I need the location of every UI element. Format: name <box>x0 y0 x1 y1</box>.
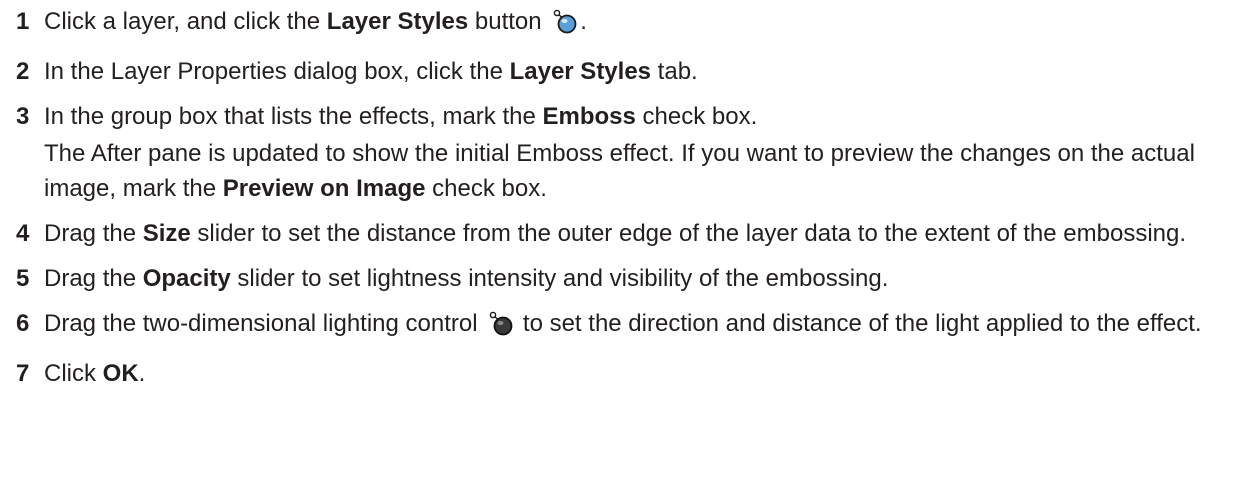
ui-term: Preview on Image <box>222 175 426 202</box>
ui-term: Emboss <box>542 103 636 130</box>
step-text: Drag the two-dimensional lighting contro… <box>44 310 478 337</box>
note-text: The After pane is updated to show the in… <box>44 140 1195 202</box>
step-text: . <box>138 360 146 387</box>
layer-styles-icon <box>552 8 578 44</box>
step-number: 2 <box>16 58 30 85</box>
step-text: In the group box that lists the effects,… <box>44 103 543 130</box>
step-6: 6 Drag the two-dimensional lighting cont… <box>16 306 1231 346</box>
step-text: slider to set the distance from the oute… <box>190 220 1187 247</box>
ui-term: Layer Styles <box>326 8 469 35</box>
step-text: check box. <box>635 103 758 130</box>
step-2: 2 In the Layer Properties dialog box, cl… <box>16 54 1231 89</box>
step-number: 1 <box>16 8 30 35</box>
ui-term: OK <box>102 360 139 387</box>
step-7: 7 Click OK. <box>16 356 1231 391</box>
instruction-steps: 1 Click a layer, and click the Layer Sty… <box>16 4 1231 401</box>
step-number: 7 <box>16 360 30 387</box>
step-number: 3 <box>16 103 30 130</box>
step-text: slider to set lightness intensity and vi… <box>230 265 889 292</box>
step-text: to set the direction and distance of the… <box>516 310 1202 337</box>
lighting-control-icon <box>488 310 514 346</box>
step-5: 5 Drag the Opacity slider to set lightne… <box>16 261 1231 296</box>
step-text: button <box>468 8 542 35</box>
step-number: 4 <box>16 220 30 247</box>
step-4: 4 Drag the Size slider to set the distan… <box>16 216 1231 251</box>
step-3-note: The After pane is updated to show the in… <box>44 136 1231 206</box>
step-number: 5 <box>16 265 30 292</box>
step-text: Click a layer, and click the <box>44 8 327 35</box>
ui-term: Layer Styles <box>509 58 652 85</box>
step-number: 6 <box>16 310 30 337</box>
step-text: Drag the <box>44 220 143 247</box>
step-3: 3 In the group box that lists the effect… <box>16 99 1231 134</box>
ui-term: Size <box>142 220 191 247</box>
step-text: Click <box>44 360 103 387</box>
step-text: In the Layer Properties dialog box, clic… <box>44 58 510 85</box>
note-text: check box. <box>425 175 547 202</box>
step-text: tab. <box>651 58 698 85</box>
step-text: Drag the <box>44 265 143 292</box>
ui-term: Opacity <box>142 265 231 292</box>
step-text: . <box>580 8 587 35</box>
step-1: 1 Click a layer, and click the Layer Sty… <box>16 4 1231 44</box>
